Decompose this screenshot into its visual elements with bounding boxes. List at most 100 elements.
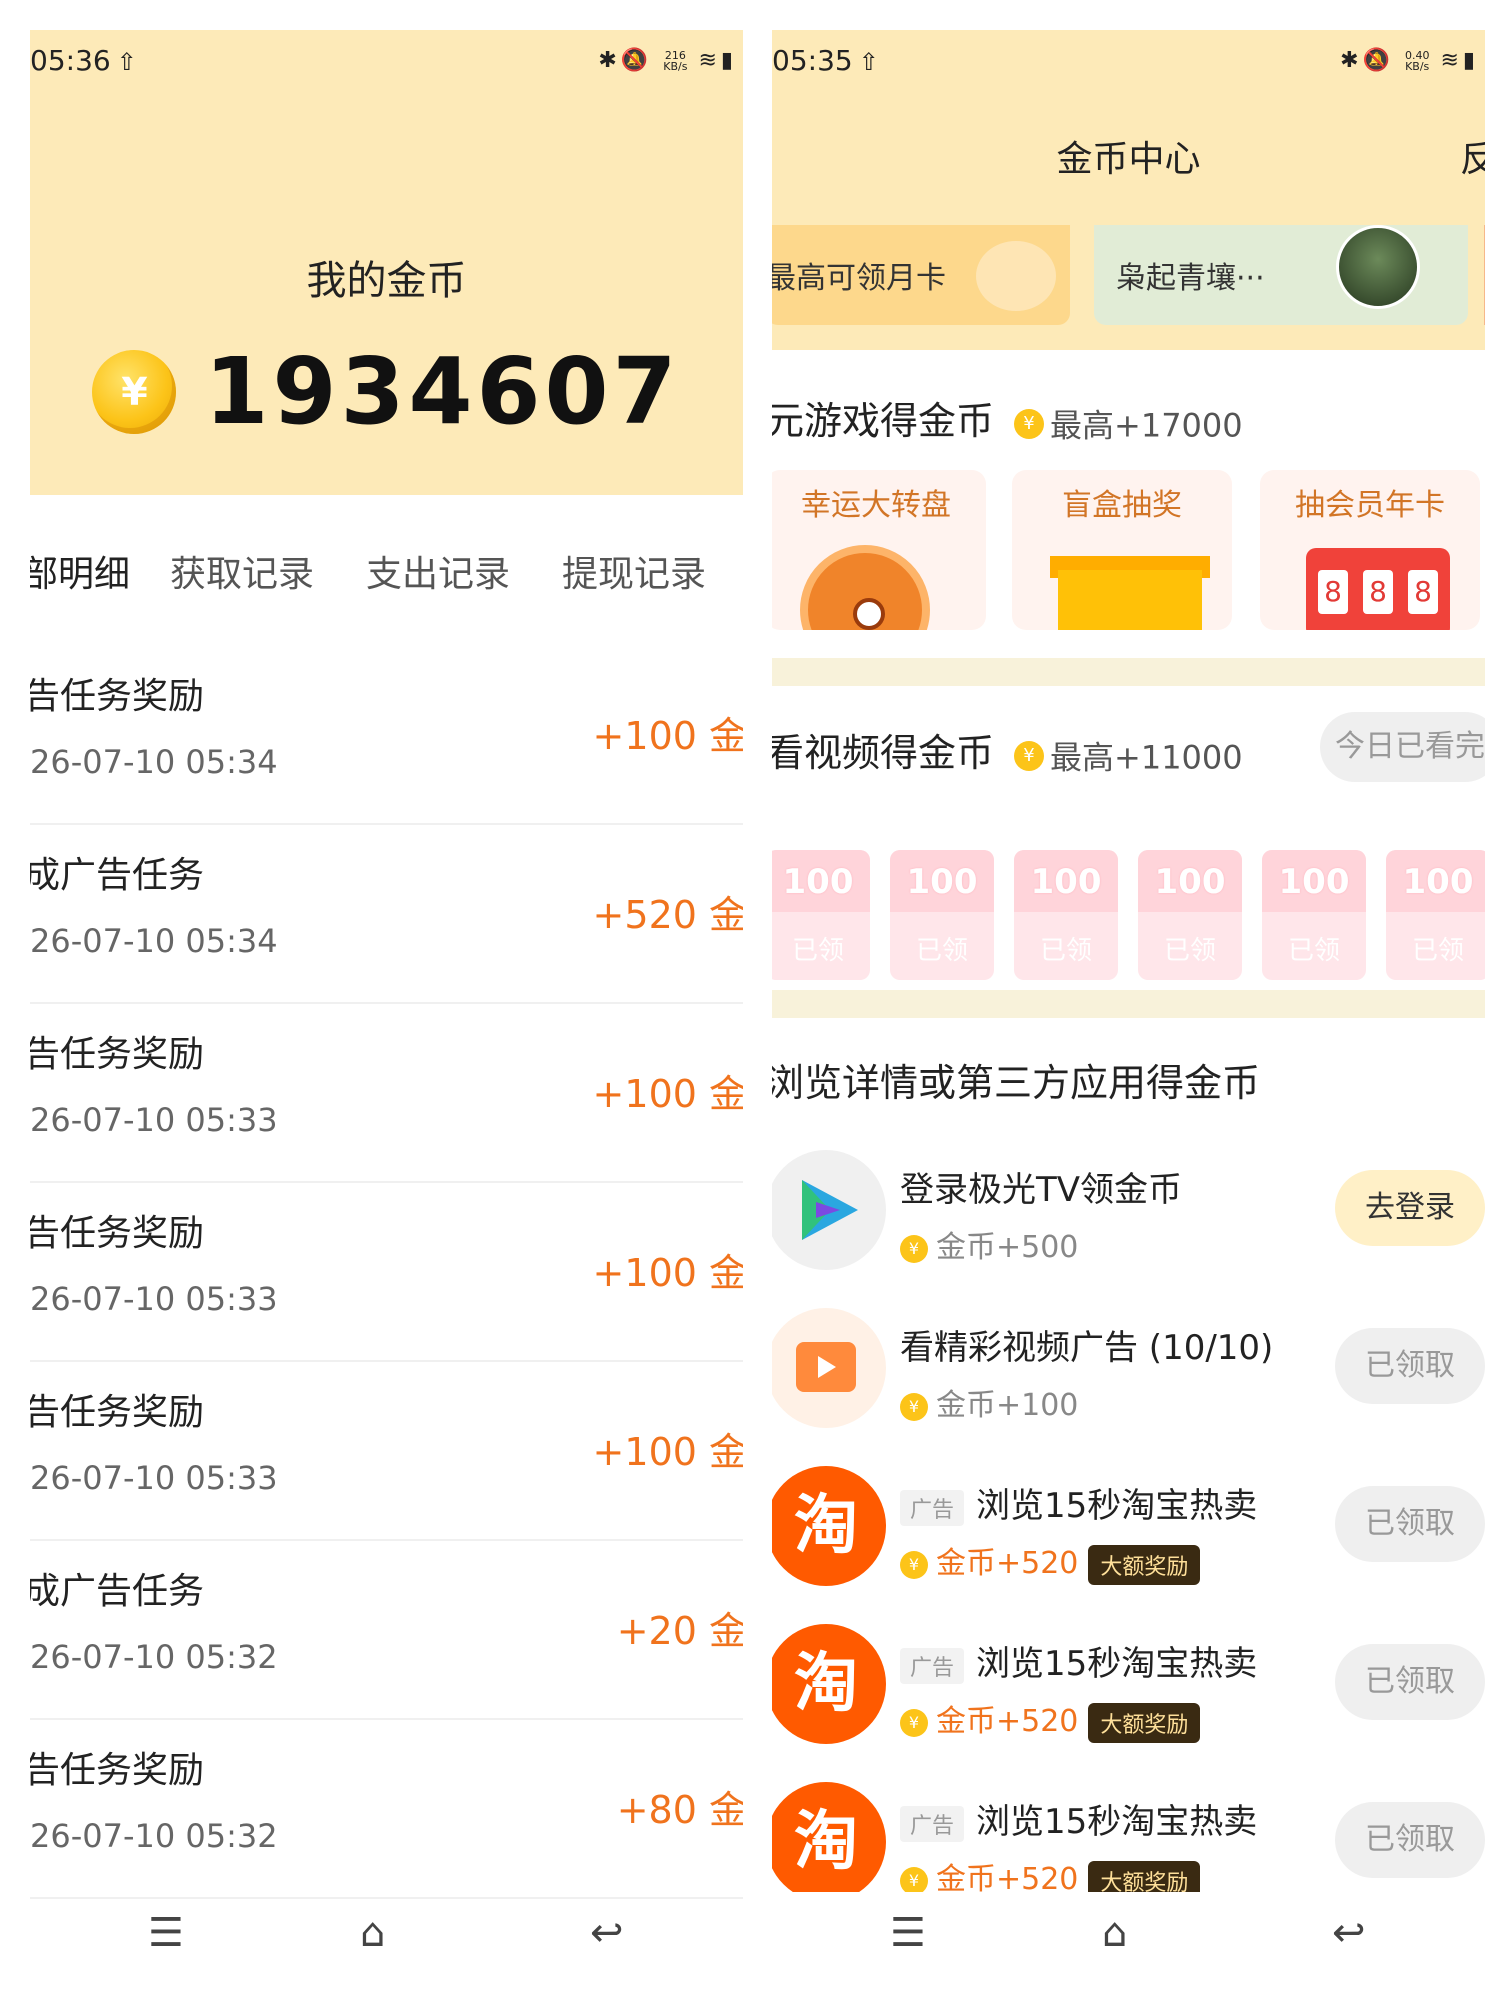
battery-icon: ▮ [1462,48,1479,73]
blind-box-card[interactable]: 盲盒抽奖 [1012,470,1232,630]
game-label: 盲盒抽奖 [1062,488,1182,523]
ad-tag: 广告 [900,1647,965,1684]
reward-envelope[interactable]: 100 已领 [1262,850,1366,980]
login-button[interactable]: 去登录 [1335,1170,1485,1246]
record-title: 告任务奖励 [30,1213,205,1254]
record-title: 告任务奖励 [30,1392,205,1433]
task-reward: ¥ 金币+500 [900,1222,1078,1266]
claimed-button[interactable]: 已领取 [1335,1802,1485,1878]
record-title: 告任务奖励 [30,1034,205,1075]
task-row: 登录极光TV领金币 ¥ 金币+500 去登录 [772,1150,1485,1290]
taobao-icon: 淘 [772,1782,886,1892]
record-time: 26-07-10 05:32 [30,1817,278,1855]
ad-tag: 广告 [900,1489,965,1526]
coin-icon: ¥ [900,1708,928,1737]
lucky-wheel-card[interactable]: 幸运大转盘 [772,470,986,630]
slot-machine-icon: 8 8 8 [1306,548,1450,630]
reward-envelope[interactable]: 100 已领 [772,850,870,980]
task-reward: ¥ 金币+520 大额奖励 [900,1696,1201,1743]
menu-icon[interactable]: ☰ [148,1910,184,1956]
status-time: 05:36 ⇧ [30,44,137,77]
feedback-link[interactable]: 反 [1460,130,1485,182]
record-row: 告任务奖励 26-07-10 05:33 +100 金 [30,1361,743,1541]
record-title: 成广告任务 [30,1571,205,1612]
videos-status-pill: 今日已看完 [1320,712,1485,782]
battery-icon: ▮ [720,48,737,73]
tab-all-details[interactable]: 部明细 [30,545,130,597]
status-time: 05:35 ⇧ [772,44,879,77]
task-reward: ¥ 金币+100 [900,1380,1078,1424]
record-time: 26-07-10 05:32 [30,1638,278,1676]
task-title: 广告 浏览15秒淘宝热卖 [900,1636,1257,1685]
claimed-button[interactable]: 已领取 [1335,1644,1485,1720]
reward-envelope[interactable]: 100 已领 [890,850,994,980]
promo-card-next[interactable] [1484,225,1485,325]
status-bar: 05:35 ⇧ ✱🔕 0.40 KB/s ≋▮ [772,30,1485,100]
bluetooth-icon: ✱ [1340,48,1363,73]
record-title: 告任务奖励 [30,676,205,717]
promo-card-drama[interactable]: 枭起青壤··· [1094,225,1468,325]
record-title: 告任务奖励 [30,1750,205,1791]
record-time: 26-07-10 05:33 [30,1459,278,1497]
reward-envelope[interactable]: 100 已领 [1138,850,1242,980]
reward-envelope[interactable]: 100 已领 [1014,850,1118,980]
record-amount: +20 金 [616,1609,743,1653]
task-row: 淘 广告 浏览15秒淘宝热卖 ¥ 金币+520 大额奖励 已领取 [772,1782,1485,1892]
system-nav-bar: ☰ ⌂ ↩ [772,1910,1485,1980]
slot-digit: 8 [1408,570,1438,614]
award-badge: 大额奖励 [1088,1702,1201,1743]
task-title: 看精彩视频广告 (10/10) [900,1328,1274,1368]
record-amount: +100 金 [592,1251,743,1295]
slot-digit: 8 [1318,570,1348,614]
tab-withdraw-records[interactable]: 提现记录 [562,545,706,597]
mute-icon: 🔕 [620,48,653,73]
award-badge: 大额奖励 [1088,1860,1201,1892]
promo-cards: 最高可领月卡 枭起青壤··· [772,225,1485,350]
network-speed: 0.40 KB/s [1404,49,1430,73]
coin-icon: ¥ [1014,408,1045,439]
task-row: 看精彩视频广告 (10/10) ¥ 金币+100 已领取 [772,1308,1485,1448]
record-time: 26-07-10 05:33 [30,1101,278,1139]
record-time: 26-07-10 05:33 [30,1280,278,1318]
coin-detail-screen: 05:36 ⇧ ✱🔕 216 KB/s ≋▮ 我的金币 ¥1934607 部明细 获… [30,30,743,1980]
bluetooth-icon: ✱ [598,48,621,73]
record-amount: +100 金 [592,1072,743,1116]
taobao-icon: 淘 [772,1624,886,1744]
home-icon[interactable]: ⌂ [1102,1910,1127,1956]
task-title: 广告 浏览15秒淘宝热卖 [900,1478,1257,1527]
tv-app-icon [772,1150,886,1270]
task-row: 淘 广告 浏览15秒淘宝热卖 ¥ 金币+520 大额奖励 已领取 [772,1624,1485,1764]
coin-icon: ¥ [900,1866,928,1892]
home-icon[interactable]: ⌂ [360,1910,385,1956]
record-row: 告任务奖励 26-07-10 05:33 +100 金 [30,1182,743,1362]
record-row: 告任务奖励 26-07-10 05:32 +80 金 [30,1719,743,1899]
record-row: 告任务奖励 26-07-10 05:34 +100 金 [30,645,743,825]
back-icon[interactable]: ↩ [590,1910,624,1956]
record-amount: +520 金 [592,893,743,937]
record-tabs: 部明细 获取记录 支出记录 提现记录 [30,545,743,605]
promo-card-text: 枭起青壤··· [1116,261,1265,296]
claimed-button[interactable]: 已领取 [1335,1328,1485,1404]
record-title: 成广告任务 [30,855,205,896]
menu-icon[interactable]: ☰ [890,1910,926,1956]
claimed-button[interactable]: 已领取 [1335,1486,1485,1562]
avatar [1336,225,1420,309]
record-time: 26-07-10 05:34 [30,743,278,781]
game-label: 幸运大转盘 [801,488,951,523]
tab-earn-records[interactable]: 获取记录 [170,545,314,597]
award-badge: 大额奖励 [1088,1544,1201,1585]
coin-icon: ¥ [900,1550,928,1579]
vip-card-lottery[interactable]: 抽会员年卡 8 8 8 [1260,470,1480,630]
divider [772,990,1485,1018]
task-reward: ¥ 金币+520 大额奖励 [900,1854,1201,1892]
back-icon[interactable]: ↩ [1332,1910,1366,1956]
tab-spend-records[interactable]: 支出记录 [366,545,510,597]
coin-icon: ¥ [900,1392,928,1421]
video-ad-icon [772,1308,886,1428]
task-title: 登录极光TV领金币 [900,1170,1183,1210]
promo-card-vip[interactable]: 最高可领月卡 [772,225,1070,325]
reward-envelope[interactable]: 100 已领 [1386,850,1485,980]
promo-card-text: 最高可领月卡 [772,261,946,296]
divider [772,658,1485,686]
record-time: 26-07-10 05:34 [30,922,278,960]
